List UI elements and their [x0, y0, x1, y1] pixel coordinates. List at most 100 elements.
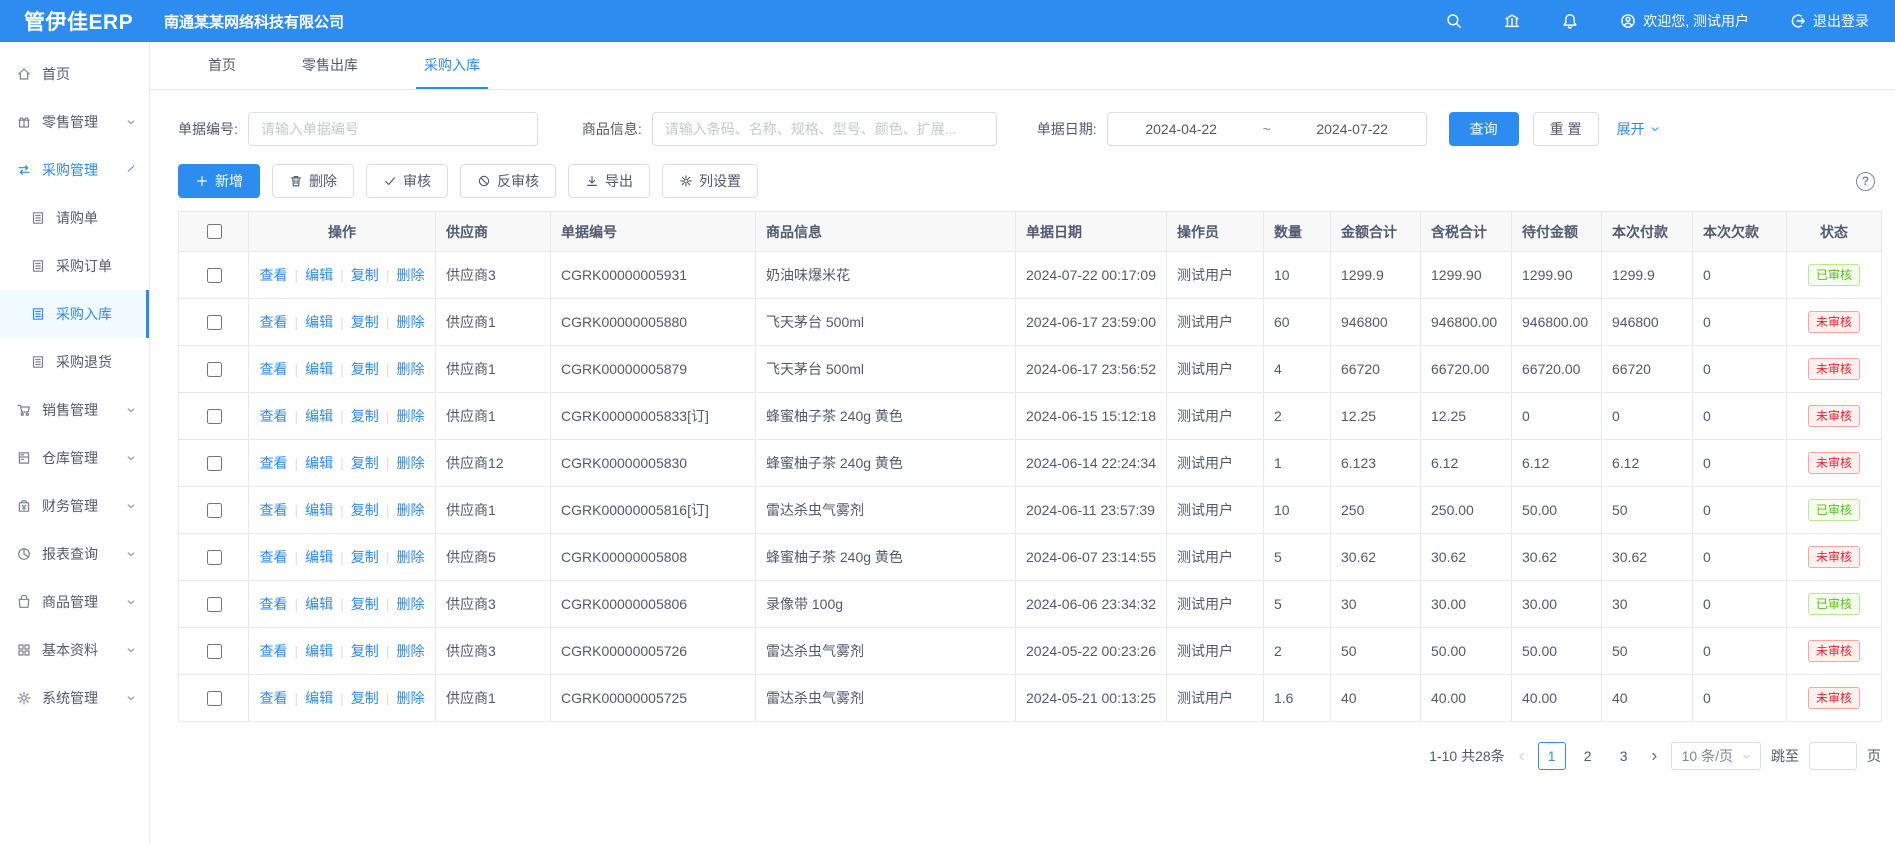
row-action-delete[interactable]: 删除 — [379, 549, 425, 565]
status-badge: 未审核 — [1808, 358, 1860, 380]
search-button[interactable]: 查询 — [1449, 112, 1519, 146]
row-action-copy[interactable]: 复制 — [333, 596, 379, 612]
audit-button[interactable]: 审核 — [366, 164, 448, 198]
page-1[interactable]: 1 — [1538, 742, 1566, 770]
row-action-view[interactable]: 查看 — [260, 267, 288, 283]
row-action-view[interactable]: 查看 — [260, 549, 288, 565]
bill-no-input[interactable] — [248, 112, 538, 146]
row-action-delete[interactable]: 删除 — [379, 643, 425, 659]
add-button[interactable]: 新增 — [178, 164, 260, 198]
logout-button[interactable]: 退出登录 — [1789, 11, 1869, 31]
table-row: 查看编辑复制删除供应商1CGRK00000005725雷达杀虫气雾剂2024-0… — [179, 675, 1882, 722]
row-checkbox[interactable] — [207, 456, 222, 471]
sidebar-item-system[interactable]: 系统管理 — [0, 674, 149, 722]
export-button[interactable]: 导出 — [568, 164, 650, 198]
row-action-delete[interactable]: 删除 — [379, 502, 425, 518]
cell-amount: 946800 — [1331, 299, 1421, 346]
row-action-copy[interactable]: 复制 — [333, 408, 379, 424]
row-action-edit[interactable]: 编辑 — [288, 361, 334, 377]
unaudit-button[interactable]: 反审核 — [460, 164, 556, 198]
sidebar-item-purchase-inbound[interactable]: 采购入库 — [0, 290, 149, 338]
row-action-edit[interactable]: 编辑 — [288, 549, 334, 565]
row-action-edit[interactable]: 编辑 — [288, 690, 334, 706]
user-menu[interactable]: 欢迎您, 测试用户 — [1619, 11, 1749, 31]
row-action-delete[interactable]: 删除 — [379, 596, 425, 612]
row-checkbox[interactable] — [207, 644, 222, 659]
expand-link[interactable]: 展开 — [1617, 119, 1661, 139]
row-action-view[interactable]: 查看 — [260, 455, 288, 471]
sidebar-item-home[interactable]: 首页 — [0, 50, 149, 98]
sidebar-item-purchase-order[interactable]: 采购订单 — [0, 242, 149, 290]
row-action-delete[interactable]: 删除 — [379, 314, 425, 330]
row-action-view[interactable]: 查看 — [260, 596, 288, 612]
row-checkbox-cell — [179, 252, 249, 299]
ban-icon — [477, 174, 491, 188]
row-action-copy[interactable]: 复制 — [333, 361, 379, 377]
tab-retail-outbound[interactable]: 零售出库 — [294, 42, 366, 89]
row-action-delete[interactable]: 删除 — [379, 455, 425, 471]
row-checkbox[interactable] — [207, 691, 222, 706]
row-action-copy[interactable]: 复制 — [333, 455, 379, 471]
row-action-view[interactable]: 查看 — [260, 314, 288, 330]
row-checkbox[interactable] — [207, 409, 222, 424]
row-action-copy[interactable]: 复制 — [333, 502, 379, 518]
row-checkbox[interactable] — [207, 268, 222, 283]
row-action-view[interactable]: 查看 — [260, 502, 288, 518]
sidebar-item-warehouse[interactable]: 仓库管理 — [0, 434, 149, 482]
bank-icon[interactable] — [1503, 12, 1521, 30]
help-icon[interactable]: ? — [1856, 172, 1875, 191]
page-2[interactable]: 2 — [1574, 742, 1602, 770]
jump-page-input[interactable] — [1809, 742, 1857, 770]
table-row: 查看编辑复制删除供应商1CGRK00000005816[订]雷达杀虫气雾剂202… — [179, 487, 1882, 534]
row-action-view[interactable]: 查看 — [260, 408, 288, 424]
row-checkbox[interactable] — [207, 550, 222, 565]
row-action-copy[interactable]: 复制 — [333, 267, 379, 283]
delete-button[interactable]: 删除 — [272, 164, 354, 198]
row-action-copy[interactable]: 复制 — [333, 643, 379, 659]
row-action-edit[interactable]: 编辑 — [288, 643, 334, 659]
sidebar-item-report[interactable]: 报表查询 — [0, 530, 149, 578]
row-action-edit[interactable]: 编辑 — [288, 267, 334, 283]
row-checkbox[interactable] — [207, 597, 222, 612]
row-action-edit[interactable]: 编辑 — [288, 502, 334, 518]
search-icon[interactable] — [1445, 12, 1463, 30]
row-checkbox[interactable] — [207, 315, 222, 330]
row-action-delete[interactable]: 删除 — [379, 361, 425, 377]
row-action-copy[interactable]: 复制 — [333, 549, 379, 565]
bell-icon[interactable] — [1561, 12, 1579, 30]
column-settings-button[interactable]: 列设置 — [662, 164, 758, 198]
row-action-edit[interactable]: 编辑 — [288, 596, 334, 612]
prev-page-icon[interactable] — [1515, 750, 1528, 763]
next-page-icon[interactable] — [1648, 750, 1661, 763]
tab-purchase-inbound[interactable]: 采购入库 — [416, 42, 488, 89]
select-all-checkbox[interactable] — [207, 224, 222, 239]
row-action-delete[interactable]: 删除 — [379, 408, 425, 424]
row-action-copy[interactable]: 复制 — [333, 690, 379, 706]
sidebar-item-purchase-return[interactable]: 采购退货 — [0, 338, 149, 386]
column-settings-label: 列设置 — [699, 171, 741, 191]
reset-button[interactable]: 重 置 — [1533, 112, 1599, 146]
row-action-edit[interactable]: 编辑 — [288, 455, 334, 471]
product-info-input[interactable] — [652, 112, 997, 146]
row-action-view[interactable]: 查看 — [260, 361, 288, 377]
sidebar-item-basic[interactable]: 基本资料 — [0, 626, 149, 674]
page-size-select[interactable]: 10 条/页 — [1671, 742, 1761, 770]
row-action-view[interactable]: 查看 — [260, 643, 288, 659]
row-checkbox[interactable] — [207, 503, 222, 518]
row-action-delete[interactable]: 删除 — [379, 267, 425, 283]
tab-home[interactable]: 首页 — [200, 42, 244, 89]
sidebar-item-goods[interactable]: 商品管理 — [0, 578, 149, 626]
sidebar-item-purchase-request[interactable]: 请购单 — [0, 194, 149, 242]
date-range-input[interactable]: 2024-04-22 ~ 2024-07-22 — [1107, 112, 1427, 146]
sidebar-item-retail[interactable]: 零售管理 — [0, 98, 149, 146]
row-action-edit[interactable]: 编辑 — [288, 408, 334, 424]
row-action-copy[interactable]: 复制 — [333, 314, 379, 330]
sidebar-item-purchase[interactable]: 采购管理 — [0, 146, 149, 194]
sidebar-item-sales[interactable]: 销售管理 — [0, 386, 149, 434]
row-checkbox[interactable] — [207, 362, 222, 377]
row-action-view[interactable]: 查看 — [260, 690, 288, 706]
row-action-delete[interactable]: 删除 — [379, 690, 425, 706]
row-action-edit[interactable]: 编辑 — [288, 314, 334, 330]
sidebar-item-finance[interactable]: 财务管理 — [0, 482, 149, 530]
page-3[interactable]: 3 — [1610, 742, 1638, 770]
